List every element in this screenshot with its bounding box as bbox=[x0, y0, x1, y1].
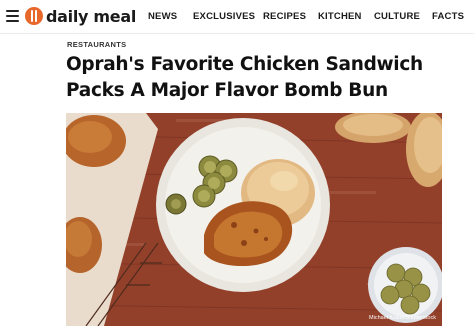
nav-item-news[interactable]: NEWS bbox=[148, 11, 177, 22]
main-menu: NEWS EXCLUSIVES RECIPES KITCHEN CULTURE … bbox=[0, 11, 474, 25]
nav-item-kitchen[interactable]: KITCHEN bbox=[318, 11, 362, 22]
nav-item-culture[interactable]: CULTURE bbox=[374, 11, 420, 22]
image-credit: Michael Kraus/Shutterstock bbox=[369, 315, 436, 321]
article-title-line-2: Packs A Major Flavor Bomb Bun bbox=[66, 80, 388, 101]
top-navigation: daily meal NEWS EXCLUSIVES RECIPES KITCH… bbox=[0, 0, 474, 34]
nav-item-recipes[interactable]: RECIPES bbox=[263, 11, 306, 22]
nav-item-facts[interactable]: FACTS bbox=[432, 11, 464, 22]
article-category[interactable]: RESTAURANTS bbox=[67, 40, 126, 49]
chicken-sandwich-photo bbox=[66, 113, 442, 326]
nav-item-exclusives[interactable]: EXCLUSIVES bbox=[193, 11, 255, 22]
article-title: Oprah's Favorite Chicken Sandwich Packs … bbox=[66, 52, 466, 104]
hero-image: Michael Kraus/Shutterstock bbox=[66, 113, 442, 326]
article-title-line-1: Oprah's Favorite Chicken Sandwich bbox=[66, 54, 423, 75]
